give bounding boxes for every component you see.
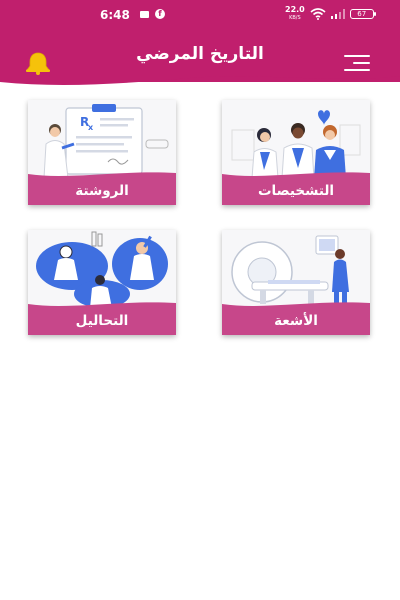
svg-text:x: x (88, 123, 94, 132)
doctors-team-illustration (222, 100, 370, 178)
card-radiology-label: الأشعة (222, 308, 370, 335)
card-diagnoses[interactable]: التشخيصات (222, 100, 370, 205)
card-prescription[interactable]: R x الروشتة (28, 100, 176, 205)
card-lab-tests-label: التحاليل (28, 308, 176, 335)
facebook-icon: f (155, 9, 165, 19)
message-icon (140, 10, 149, 18)
network-speed-value: 22.0 (285, 5, 305, 14)
network-speed: 22.0 KB/S (285, 6, 305, 22)
card-diagnoses-label: التشخيصات (222, 178, 370, 205)
card-lab-tests[interactable]: التحاليل (28, 230, 176, 335)
network-speed-unit: KB/S (289, 15, 301, 21)
status-time: 6:48 (100, 8, 130, 22)
signal-icon (330, 9, 345, 19)
status-bar: 6:48 f 22.0 KB/S 67 (0, 0, 400, 30)
page-title: التاريخ المرضي (136, 44, 264, 64)
mri-scan-illustration (222, 230, 370, 308)
card-radiology[interactable]: الأشعة (222, 230, 370, 335)
lab-tests-illustration (28, 230, 176, 308)
card-prescription-label: الروشتة (28, 178, 176, 205)
notification-icons: f (140, 9, 165, 19)
wifi-icon (310, 8, 326, 20)
bell-icon[interactable] (25, 51, 51, 75)
battery-icon: 67 (349, 9, 376, 19)
status-indicators: 22.0 KB/S 67 (285, 6, 376, 22)
prescription-illustration: R x (28, 100, 176, 178)
hamburger-menu-icon[interactable] (344, 54, 370, 72)
header-wave (0, 70, 400, 85)
